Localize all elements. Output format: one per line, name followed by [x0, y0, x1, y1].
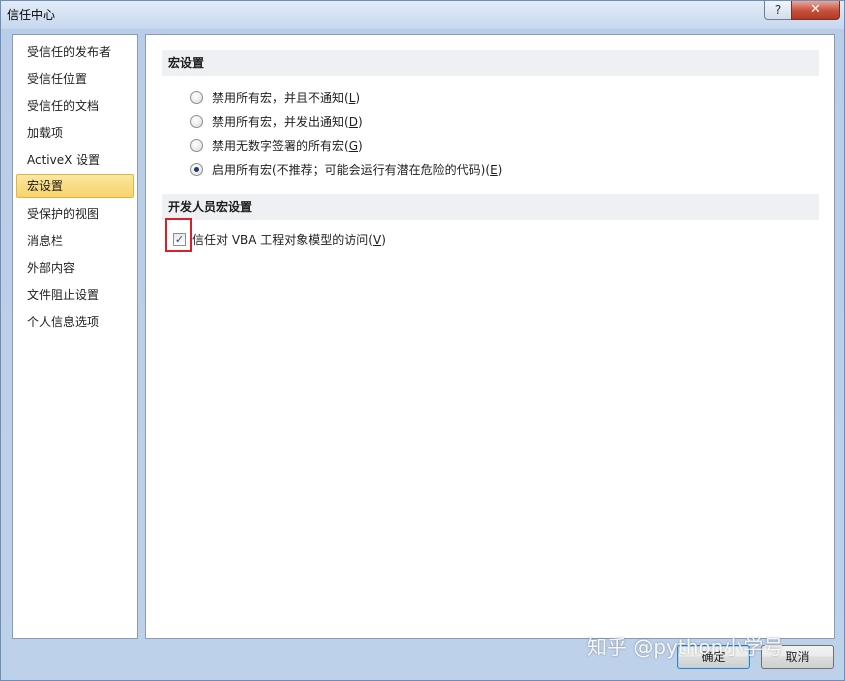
- trust-center-dialog: 信任中心 ? ✕ 受信任的发布者 受信任位置 受信任的文档 加载项 Active…: [0, 0, 845, 681]
- trust-vba-access-checkbox[interactable]: ✓: [173, 233, 186, 246]
- sidebar-nav: 受信任的发布者 受信任位置 受信任的文档 加载项 ActiveX 设置 宏设置 …: [12, 34, 138, 639]
- sidebar-item-add-ins[interactable]: 加载项: [16, 121, 134, 145]
- sidebar-item-file-block-settings[interactable]: 文件阻止设置: [16, 283, 134, 307]
- watermark-text: 知乎 @python小学号: [587, 635, 784, 659]
- radio-button[interactable]: [190, 91, 203, 104]
- developer-macro-settings-header: 开发人员宏设置: [162, 194, 819, 220]
- sidebar-item-trusted-documents[interactable]: 受信任的文档: [16, 94, 134, 118]
- trust-vba-access-label[interactable]: 信任对 VBA 工程对象模型的访问(V): [192, 231, 386, 248]
- sidebar-item-activex-settings[interactable]: ActiveX 设置: [16, 148, 134, 172]
- help-button[interactable]: ?: [764, 1, 792, 20]
- sidebar-item-protected-view[interactable]: 受保护的视图: [16, 202, 134, 226]
- sidebar-item-trusted-locations[interactable]: 受信任位置: [16, 67, 134, 91]
- radio-button-selected[interactable]: [190, 163, 203, 176]
- sidebar-item-message-bar[interactable]: 消息栏: [16, 229, 134, 253]
- window-title: 信任中心: [7, 8, 56, 22]
- sidebar-item-external-content[interactable]: 外部内容: [16, 256, 134, 280]
- sidebar-item-privacy-options[interactable]: 个人信息选项: [16, 310, 134, 334]
- close-button[interactable]: ✕: [791, 1, 840, 20]
- macro-settings-header: 宏设置: [162, 50, 819, 76]
- title-bar[interactable]: 信任中心 ? ✕: [1, 1, 844, 29]
- macro-option-disable-with-notify[interactable]: 禁用所有宏，并发出通知(D): [190, 113, 363, 131]
- macro-option-enable-all[interactable]: 启用所有宏(不推荐；可能会运行有潜在危险的代码)(E): [190, 161, 502, 179]
- macro-option-disable-unsigned[interactable]: 禁用无数字签署的所有宏(G): [190, 137, 363, 155]
- macro-option-disable-no-notify[interactable]: 禁用所有宏，并且不通知(L): [190, 89, 360, 107]
- settings-panel: 宏设置 禁用所有宏，并且不通知(L) 禁用所有宏，并发出通知(D) 禁用无数字签…: [145, 34, 835, 639]
- radio-button[interactable]: [190, 115, 203, 128]
- sidebar-item-trusted-publishers[interactable]: 受信任的发布者: [16, 40, 134, 64]
- sidebar-item-macro-settings[interactable]: 宏设置: [16, 174, 134, 198]
- radio-button[interactable]: [190, 139, 203, 152]
